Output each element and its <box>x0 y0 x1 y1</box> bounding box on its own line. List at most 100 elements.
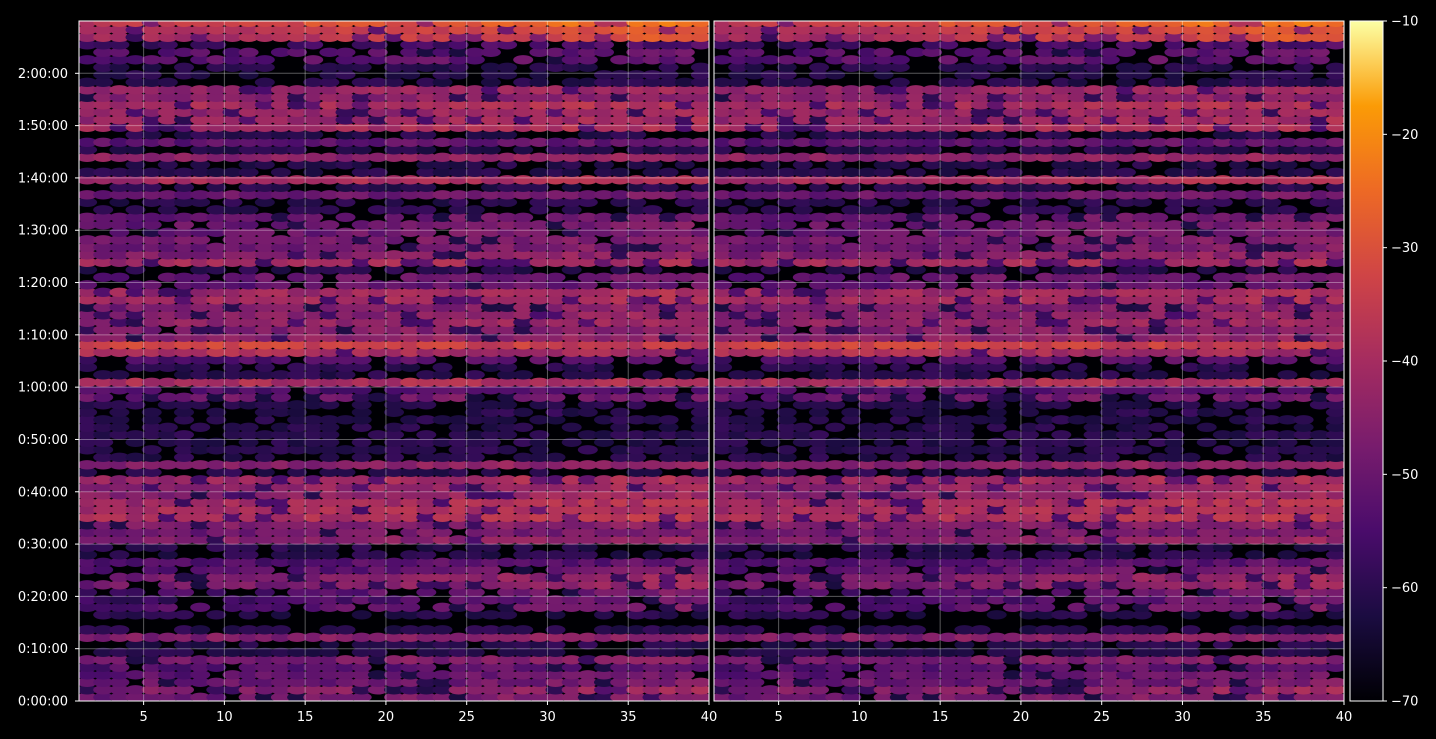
heatmap-cell <box>174 430 194 440</box>
heatmap-cell <box>367 167 388 177</box>
heatmap-cell <box>545 452 566 462</box>
heatmap-cell <box>1148 422 1169 432</box>
heatmap-cell <box>744 370 765 380</box>
heatmap-cell <box>1325 655 1344 665</box>
heatmap-cell <box>760 587 781 597</box>
heatmap-cell <box>873 422 894 432</box>
heatmap-cell <box>335 625 356 635</box>
heatmap-cell <box>238 47 259 57</box>
heatmap-cell <box>714 280 733 290</box>
heatmap-cell <box>1164 430 1185 440</box>
heatmap-cell <box>319 205 340 215</box>
heatmap-cell <box>690 21 709 27</box>
heatmap-cell <box>190 70 211 80</box>
heatmap-cell <box>1132 445 1153 455</box>
heatmap-panel-right: 5 10 15 20 25 30 35 40 <box>713 20 1352 725</box>
y-tick-label: 1:10:00 <box>18 328 68 343</box>
heatmap-cell <box>125 587 146 597</box>
heatmap-cell <box>841 407 862 417</box>
heatmap-cell <box>464 370 485 380</box>
heatmap-cell <box>792 422 813 432</box>
heatmap-cell <box>1212 445 1233 455</box>
x-tick-label: 25 <box>458 710 475 725</box>
x-tick-label: 40 <box>701 710 718 725</box>
heatmap-cell <box>1002 550 1023 560</box>
heatmap-cell <box>157 77 178 88</box>
heatmap-cell <box>1245 407 1266 417</box>
heatmap-cell <box>690 625 709 635</box>
heatmap-cell <box>690 655 709 665</box>
heatmap-cell <box>1002 370 1023 380</box>
heatmap-cell <box>642 205 663 215</box>
heatmap-cell <box>825 602 846 612</box>
heatmap-cell <box>497 445 518 455</box>
heatmap-cell <box>190 625 211 635</box>
heatmap-cell <box>1180 625 1201 635</box>
heatmap-cell <box>254 272 275 282</box>
y-tick-label: 1:50:00 <box>18 119 68 134</box>
heatmap-cell <box>367 370 388 380</box>
heatmap-cell <box>545 625 566 635</box>
heatmap-panel-left: 5 10 15 20 25 30 35 40 0:00:000:10:000:20:000:3… <box>18 20 718 725</box>
y-axis-left: 0:00:000:10:000:20:000:30:000:40:000:50:… <box>18 67 79 710</box>
heatmap-cell <box>93 205 114 215</box>
heatmap-cell <box>744 625 765 635</box>
heatmap-cell <box>1277 370 1298 380</box>
heatmap-cell <box>626 602 647 612</box>
heatmap-cell <box>1099 370 1120 380</box>
y-tick-label: 0:50:00 <box>18 433 68 448</box>
heatmap-cell <box>416 430 437 440</box>
heatmap-cell <box>464 205 485 215</box>
heatmap-cell <box>577 445 598 455</box>
y-tick-label: 0:30:00 <box>18 538 68 553</box>
heatmap-cell <box>1325 377 1344 387</box>
heatmap-cell <box>190 422 211 432</box>
heatmap-cell <box>776 445 797 455</box>
heatmap-cell <box>690 62 709 72</box>
heatmap-cell <box>610 167 631 177</box>
heatmap-cell <box>513 55 534 65</box>
heatmap-cell <box>141 445 162 455</box>
heatmap-cell <box>109 370 130 380</box>
heatmap-cell <box>889 272 910 282</box>
heatmap-cell <box>690 677 709 687</box>
heatmap-cell <box>254 227 275 237</box>
heatmap-cell <box>303 55 324 65</box>
heatmap-cell <box>1180 272 1201 282</box>
heatmap-cell <box>141 280 162 290</box>
heatmap-cell <box>270 280 291 290</box>
heatmap-cell <box>254 55 275 65</box>
heatmap-cell <box>254 77 275 88</box>
heatmap-cell <box>1067 625 1088 635</box>
heatmap-cell <box>432 362 453 372</box>
x-tick-label: 30 <box>539 710 556 725</box>
heatmap-cell <box>206 407 227 417</box>
heatmap-cell <box>1196 422 1217 432</box>
heatmap-cell <box>513 422 534 432</box>
heatmap-cell <box>809 610 829 620</box>
heatmap-cell <box>529 430 550 440</box>
heatmap-cell <box>270 167 291 177</box>
heatmap-cell <box>319 220 340 230</box>
y-tick-label: 2:00:00 <box>18 67 68 82</box>
y-tick-label: 1:40:00 <box>18 171 68 186</box>
heatmap-cell <box>658 167 679 177</box>
x-tick-label: 15 <box>297 710 314 725</box>
y-tick-label: 1:30:00 <box>18 224 68 239</box>
heatmap-cell <box>690 272 709 282</box>
heatmap-cell <box>206 610 227 620</box>
heatmap-cell <box>776 407 797 417</box>
heatmap-cell <box>642 550 663 560</box>
heatmap-cell <box>335 47 356 57</box>
heatmap-cell <box>335 212 356 222</box>
y-tick-label: 1:20:00 <box>18 276 68 291</box>
heatmap-cell <box>825 422 846 432</box>
heatmap-cell <box>513 407 534 417</box>
heatmap-cell <box>1148 407 1169 417</box>
heatmap-cell <box>1325 677 1344 687</box>
heatmap-cell <box>744 550 765 560</box>
heatmap-cell <box>125 205 146 215</box>
heatmap-cell <box>986 610 1007 620</box>
heatmap-cell <box>674 370 695 380</box>
heatmap-cell <box>79 280 98 290</box>
